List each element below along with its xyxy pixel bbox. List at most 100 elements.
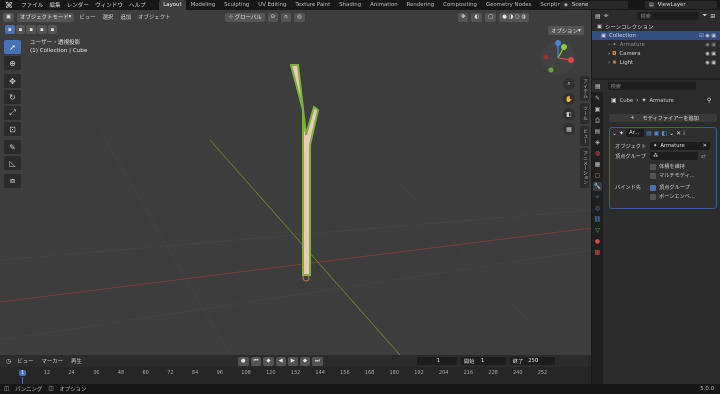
modifier-tab-icon[interactable]: 🔧	[593, 182, 602, 191]
jump-start-icon[interactable]: ⏮	[250, 356, 262, 366]
object-tab-icon[interactable]: ▢	[593, 171, 602, 180]
visibility-toggles[interactable]: ☑ ◉ ▣	[699, 33, 716, 39]
invert-icon[interactable]: ⇄	[701, 153, 706, 160]
editor-type-icon[interactable]: ▤	[595, 83, 601, 90]
data-tab-icon[interactable]: ▽	[593, 226, 602, 235]
zoom-icon[interactable]: ⌕	[563, 78, 575, 90]
autokey-button[interactable]: ●	[237, 356, 249, 366]
collection-tab-icon[interactable]: ▦	[593, 160, 602, 169]
jump-end-icon[interactable]: ⏭	[312, 356, 323, 366]
outliner-row-light[interactable]: › ✺ Light ◉ ▣	[592, 58, 720, 67]
editor-type-button[interactable]: ▣	[3, 12, 15, 22]
tab-compositing[interactable]: Compositing	[439, 0, 482, 10]
tab-uv-editing[interactable]: UV Editing	[254, 0, 291, 10]
start-frame-field[interactable]: 開始 1	[460, 357, 506, 365]
bind-envelopes-row[interactable]: ボーンエンベ...	[610, 193, 716, 200]
select-intersect-button[interactable]: ▪	[47, 25, 58, 34]
menu-file[interactable]: ファイル	[18, 1, 46, 9]
snap-button[interactable]: ∩	[281, 12, 292, 22]
outliner-row-armature[interactable]: › ✦ Armature ◉ ▣	[592, 40, 720, 49]
add-modifier-button[interactable]: + モディファイアーを追加	[609, 114, 717, 122]
options-dropdown[interactable]: オプション ▾	[548, 26, 584, 35]
multi-modifier-checkbox[interactable]	[650, 172, 656, 179]
view-layer-tab-icon[interactable]: ▤	[593, 127, 602, 136]
bind-vgroups-checkbox[interactable]	[650, 184, 656, 191]
shading-buttons[interactable]: ● ◑ ○ ◍	[499, 12, 530, 22]
scene-tab-icon[interactable]: ◈	[593, 138, 602, 147]
mode-dropdown[interactable]: オブジェクトモード ▾	[17, 12, 75, 22]
bind-envelopes-checkbox[interactable]	[650, 193, 656, 200]
annotate-tool[interactable]: ✎	[4, 140, 21, 154]
current-frame-field[interactable]: 1	[416, 357, 457, 365]
menu-help[interactable]: ヘルプ	[126, 1, 149, 9]
timeline-ruler[interactable]: 1 12 24 36 48 60 72 84 96 108 120 132 144 156 168 180 19…	[0, 367, 591, 385]
multi-modifier-row[interactable]: マルチモディ...	[610, 172, 716, 179]
cursor-tool[interactable]: ⊕	[4, 56, 21, 70]
tab-animation[interactable]: Animation	[366, 0, 402, 10]
clock-icon[interactable]: ◷	[6, 358, 11, 365]
clear-icon[interactable]: ✕	[703, 143, 707, 149]
end-frame-field[interactable]: 終了 250	[509, 357, 555, 365]
play-icon[interactable]: ▶	[287, 356, 298, 366]
play-reverse-icon[interactable]: ◀	[275, 356, 286, 366]
rotate-tool[interactable]: ↻	[4, 90, 21, 104]
editmode-toggle-icon[interactable]: ▤	[646, 130, 652, 137]
menu-edit[interactable]: 編集	[46, 1, 63, 9]
tab-shading[interactable]: Shading	[335, 0, 366, 10]
outliner[interactable]: ▤ ⌯ 検索 ⏷ ⊞ ▣ シーンコレクション ▣ Collection ☑ ◉ ▣ ›…	[591, 10, 720, 78]
expand-arrow-icon[interactable]: ›	[608, 42, 610, 48]
menu-playback[interactable]: 再生	[69, 357, 84, 365]
menu-object[interactable]: オブジェクト	[136, 13, 172, 21]
select-extend-button[interactable]: ▪	[15, 25, 26, 34]
navigation-gizmo[interactable]	[538, 38, 578, 78]
tab-view[interactable]: ビュー	[580, 125, 589, 147]
menu-view[interactable]: ビュー	[77, 13, 97, 21]
close-icon[interactable]: ✕	[676, 130, 681, 137]
render-toggle-icon[interactable]: ◧	[661, 130, 667, 137]
bind-vgroups-row[interactable]: 頂点グループ	[650, 184, 690, 191]
scale-tool[interactable]: ⤢	[4, 106, 21, 120]
editor-type-icon[interactable]: ▤	[595, 13, 601, 20]
filter-icon[interactable]: ⌯	[604, 12, 609, 20]
tab-texture-paint[interactable]: Texture Paint	[291, 0, 335, 10]
dropdown-icon[interactable]: ⌄	[669, 130, 674, 137]
select-new-button[interactable]: ▪	[5, 25, 15, 34]
world-tab-icon[interactable]: ◍	[593, 149, 602, 158]
object-field[interactable]: ✦ Armature ✕	[650, 142, 710, 150]
outliner-search[interactable]: 検索	[637, 12, 700, 20]
tab-layout[interactable]: Layout	[158, 0, 187, 10]
move-tool[interactable]: ✥	[4, 74, 21, 88]
next-keyframe-icon[interactable]: ◆	[299, 356, 311, 366]
view-layer-selector[interactable]: ▤ ViewLayer	[645, 1, 717, 9]
expand-arrow-icon[interactable]: ›	[608, 51, 610, 57]
transform-tool[interactable]: ⊡	[4, 122, 21, 136]
menu-timeline-view[interactable]: ビュー	[15, 357, 35, 365]
funnel-icon[interactable]: ⏷	[702, 12, 707, 20]
vgroup-field[interactable]: ⁂	[650, 152, 698, 160]
pan-hand-icon[interactable]: ✋	[563, 93, 575, 105]
menu-render[interactable]: レンダー	[64, 1, 92, 9]
prev-keyframe-icon[interactable]: ◆	[263, 356, 274, 366]
menu-window[interactable]: ウィンドウ	[92, 1, 126, 9]
material-tab-icon[interactable]: ●	[593, 237, 602, 246]
tab-rendering[interactable]: Rendering	[402, 0, 439, 10]
menu-add[interactable]: 追加	[118, 13, 133, 21]
particles-tab-icon[interactable]: ✧	[593, 193, 602, 202]
eye-icon[interactable]: ◉ ▣	[705, 60, 716, 66]
eye-icon[interactable]: ◉ ▣	[705, 51, 716, 57]
output-tab-icon[interactable]: ⎙	[593, 116, 602, 125]
tab-tool[interactable]: ツール	[580, 103, 589, 124]
camera-view-icon[interactable]: ◧	[563, 108, 575, 120]
modifier-name-field[interactable]: Ar...	[626, 129, 645, 137]
select-subtract-button[interactable]: ▪	[26, 25, 36, 34]
eye-icon[interactable]: ◉ ▣	[705, 42, 716, 48]
gizmo-button[interactable]: ✥	[457, 12, 469, 22]
select-invert-button[interactable]: ▪	[36, 25, 47, 34]
tab-modeling[interactable]: Modeling	[186, 0, 220, 10]
physics-tab-icon[interactable]: ◎	[593, 204, 602, 213]
new-collection-icon[interactable]: ⊞	[710, 13, 715, 20]
grid-view-icon[interactable]: ▦	[563, 123, 575, 135]
preserve-volume-checkbox[interactable]	[650, 163, 656, 170]
overlays-button[interactable]: ◐	[471, 12, 483, 22]
outliner-row-scene-collection[interactable]: ▣ シーンコレクション	[592, 22, 720, 31]
